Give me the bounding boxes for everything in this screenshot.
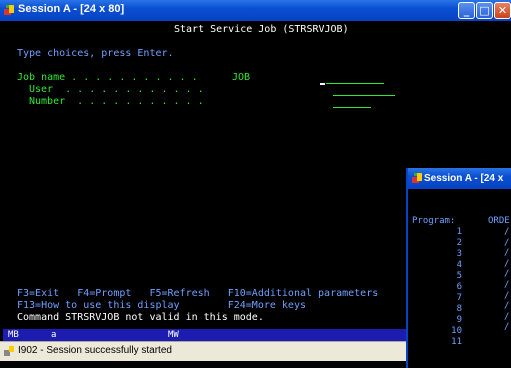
- list-item-7: 7: [456, 293, 462, 303]
- list-item-11: 11: [451, 337, 462, 347]
- second-window-title: Session A - [24 x: [424, 173, 504, 184]
- function-keys-line-1: F3=Exit F4=Prompt F5=Refresh F10=Additio…: [17, 288, 379, 299]
- oia-mw-indicator: MW: [168, 330, 179, 340]
- close-button[interactable]: ✕: [494, 2, 511, 19]
- title-bar[interactable]: Session A - [24 x 80] _ □ ✕: [0, 0, 511, 21]
- job-name-suffix: JOB: [232, 72, 251, 83]
- minimize-icon: _: [463, 4, 470, 17]
- list-item-10: 10: [451, 326, 462, 336]
- close-icon: ✕: [497, 4, 508, 17]
- oia-mb-indicator: MB: [8, 330, 19, 340]
- maximize-button[interactable]: □: [476, 2, 493, 19]
- number-input[interactable]: [333, 107, 371, 108]
- program-label: Program:: [412, 216, 456, 226]
- function-keys-line-2: F13=How to use this display F24=More key…: [17, 300, 306, 311]
- status-message: I902 - Session successfully started: [18, 345, 172, 356]
- list-item-2: 2: [456, 238, 462, 248]
- maximize-icon: □: [479, 4, 490, 17]
- list-item-8: 8: [456, 304, 462, 314]
- second-title-bar[interactable]: Session A - [24 x: [408, 168, 511, 189]
- second-session-window[interactable]: Session A - [24 x Program: ORDE 1 2 3 4 …: [406, 168, 511, 368]
- session-app-icon: [4, 5, 14, 15]
- number-label: Number . . . . . . . . . . .: [29, 96, 204, 107]
- text-cursor: [320, 83, 325, 85]
- oia-a-indicator: a: [51, 330, 57, 340]
- session-app-icon: [412, 173, 422, 183]
- list-item-5: 5: [456, 271, 462, 281]
- slash-column: / / / / / / / / / /: [504, 227, 510, 333]
- minimize-button[interactable]: _: [458, 2, 475, 19]
- list-item-4: 4: [456, 260, 462, 270]
- job-name-input[interactable]: [326, 83, 384, 84]
- window-title: Session A - [24 x 80]: [18, 3, 125, 15]
- list-item-9: 9: [456, 315, 462, 325]
- error-message: Command STRSRVJOB not valid in this mode…: [17, 312, 264, 323]
- instructions-text: Type choices, press Enter.: [17, 48, 174, 59]
- session-status-icon: [4, 346, 14, 356]
- list-item-3: 3: [456, 249, 462, 259]
- user-label: User . . . . . . . . . . . .: [29, 84, 204, 95]
- program-value: ORDE: [488, 216, 510, 226]
- list-item-6: 6: [456, 282, 462, 292]
- user-input[interactable]: [333, 95, 395, 96]
- list-item-1: 1: [456, 227, 462, 237]
- screen-title: Start Service Job (STRSRVJOB): [174, 24, 349, 35]
- job-name-label: Job name . . . . . . . . . . .: [17, 72, 198, 83]
